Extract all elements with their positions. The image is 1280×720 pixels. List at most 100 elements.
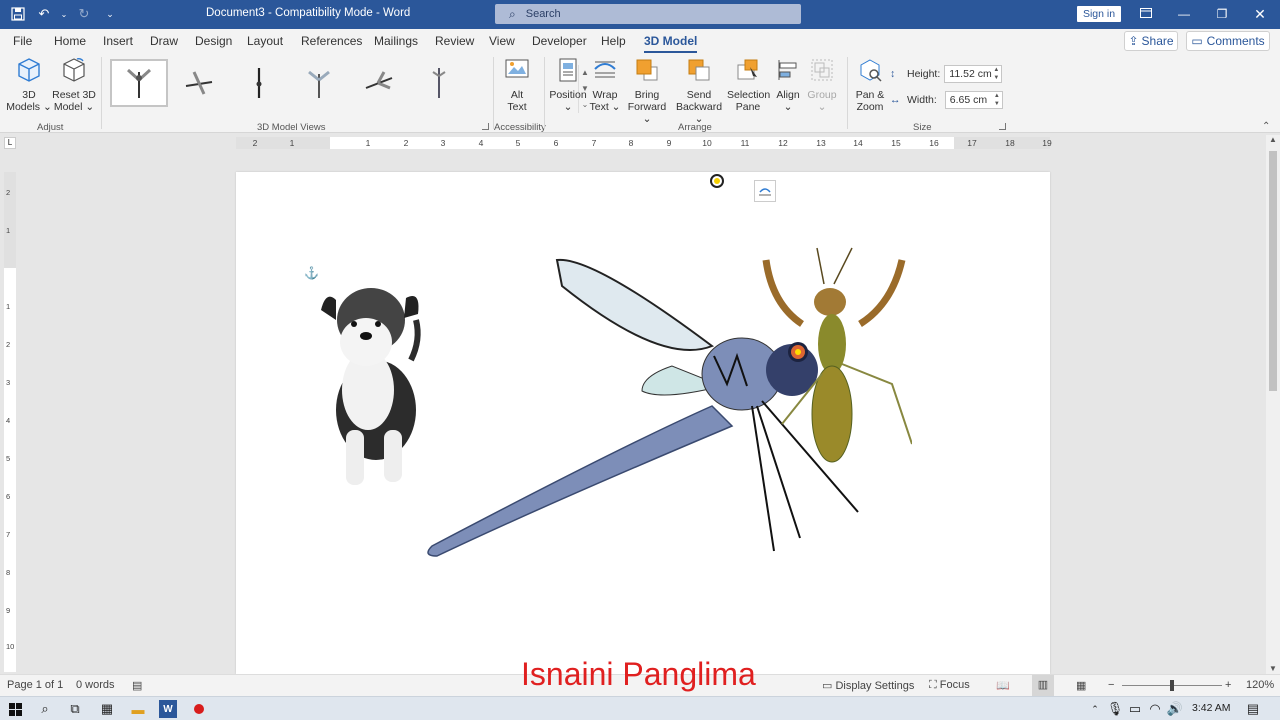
height-spinner-icon[interactable]: ▲ ▼ <box>993 66 999 82</box>
recorder-icon[interactable] <box>190 700 208 718</box>
size-dialog-launcher-icon[interactable] <box>999 123 1006 130</box>
reset-3d-model-button[interactable]: Reset 3D Model ⌄ <box>52 57 96 113</box>
start-icon[interactable] <box>6 700 24 718</box>
web-layout-icon[interactable]: ▦ <box>1076 679 1086 692</box>
tab-design[interactable]: Design <box>195 34 232 48</box>
reset-label-1: Reset 3D <box>52 89 96 101</box>
document-title: Document3 - Compatibility Mode - Word <box>206 7 411 19</box>
scroll-down-icon[interactable]: ▼ <box>1266 664 1280 673</box>
calculator-icon[interactable]: ▦ <box>98 700 116 718</box>
view-top[interactable] <box>230 59 288 107</box>
view-left-angle[interactable] <box>170 59 228 107</box>
microphone-icon[interactable]: 🎙 <box>1106 700 1124 718</box>
tray-chevron-icon[interactable]: ⌃ <box>1086 700 1104 718</box>
document-page[interactable]: ⚓ <box>236 172 1050 674</box>
tab-draw[interactable]: Draw <box>150 34 178 48</box>
comments-button[interactable]: ▭ Comments <box>1186 31 1270 51</box>
tab-view[interactable]: View <box>489 34 515 48</box>
collapse-ribbon-icon[interactable]: ⌃ <box>1262 121 1270 132</box>
align-button[interactable]: Align ⌄ <box>772 57 804 113</box>
rotate-handle-icon[interactable] <box>708 172 726 193</box>
tab-mailings[interactable]: Mailings <box>374 34 418 48</box>
search-icon[interactable]: ⌕ <box>36 700 54 718</box>
volume-icon[interactable]: 🔊 <box>1166 700 1184 718</box>
undo-icon[interactable]: ↶ <box>34 5 54 23</box>
task-view-icon[interactable]: ⧉ <box>66 700 84 718</box>
dog-3d-model[interactable] <box>316 280 431 490</box>
scroll-up-icon[interactable]: ▲ <box>1266 135 1280 144</box>
vertical-ruler[interactable]: 21 1 2 3 4 5 6 7 8 9 10 <box>4 172 16 672</box>
width-icon: ↔ <box>890 94 901 106</box>
arrange-group-label: Arrange <box>678 122 712 133</box>
pan-zoom-button[interactable]: Pan & Zoom <box>853 57 887 113</box>
3d-models-button[interactable]: 3D Models ⌄ <box>6 57 52 113</box>
customize-qat-icon[interactable]: ⌄ <box>100 5 120 23</box>
scroll-thumb[interactable] <box>1269 151 1277 391</box>
word-count[interactable]: 0 words <box>76 679 115 691</box>
zoom-out-icon[interactable]: − <box>1108 679 1114 691</box>
mantis-3d-model[interactable] <box>762 244 912 464</box>
horizontal-ruler[interactable]: 21 1 2 3 4 5 6 7 8 9 10 11 12 13 14 15 16 17 18 19 <box>236 137 1052 149</box>
view-back[interactable] <box>290 59 348 107</box>
layout-options-icon[interactable] <box>754 180 776 202</box>
tab-developer[interactable]: Developer <box>532 34 587 48</box>
vertical-scrollbar[interactable]: ▲ ▼ <box>1266 135 1280 675</box>
send-backward-icon <box>688 59 710 81</box>
clock[interactable]: 3:42 AM <box>1192 702 1231 714</box>
restore-icon[interactable]: ❐ <box>1212 5 1232 23</box>
pan-label-1: Pan & <box>855 89 885 101</box>
selection-pane-button[interactable]: Selection Pane <box>727 57 770 113</box>
display-settings-button[interactable]: ▭ Display Settings <box>822 679 914 692</box>
wrap-text-button[interactable]: Wrap Text ⌄ <box>588 57 622 113</box>
tab-file[interactable]: File <box>13 34 32 48</box>
accessibility-group-label: Accessibility <box>494 122 546 133</box>
tab-insert[interactable]: Insert <box>103 34 133 48</box>
tab-selector-icon[interactable]: L <box>4 137 16 149</box>
width-spinner-icon[interactable]: ▲ ▼ <box>994 92 1000 108</box>
sign-in-button[interactable]: Sign in <box>1077 6 1121 22</box>
page-count[interactable]: Page 1 of 1 <box>7 679 63 691</box>
view-bottom[interactable] <box>410 59 468 107</box>
zoom-level[interactable]: 120% <box>1246 679 1274 691</box>
group-button[interactable]: Group ⌄ <box>806 57 838 113</box>
tab-layout[interactable]: Layout <box>247 34 283 48</box>
3d-models-label-1: 3D <box>22 89 36 101</box>
notifications-icon[interactable]: ▤ <box>1244 700 1262 718</box>
close-icon[interactable]: ✕ <box>1250 5 1270 23</box>
read-mode-icon[interactable]: 📖 <box>996 679 1010 692</box>
file-explorer-icon[interactable]: ▬ <box>129 700 147 718</box>
views-dialog-launcher-icon[interactable] <box>482 123 489 130</box>
bring-forward-button[interactable]: Bring Forward ⌄ <box>623 57 671 125</box>
view-right-angle[interactable] <box>350 59 408 107</box>
share-icon: ⇪ <box>1128 34 1139 48</box>
focus-button[interactable]: ⛶ Focus <box>929 679 970 692</box>
share-button[interactable]: ⇪ Share <box>1124 31 1178 51</box>
horizontal-ruler-row: L 21 1 2 3 4 5 6 7 8 9 10 11 12 13 14 15 16 17 18 19 <box>0 135 1280 152</box>
height-input[interactable]: 11.52 cm ▲ ▼ <box>944 65 1003 83</box>
word-app-icon[interactable]: W <box>159 700 177 718</box>
redo-icon[interactable]: ↻ <box>74 5 94 23</box>
width-input[interactable]: 6.65 cm ▲ ▼ <box>944 91 1003 109</box>
tab-references[interactable]: References <box>301 34 362 48</box>
tab-review[interactable]: Review <box>435 34 474 48</box>
position-button[interactable]: Position ⌄ <box>549 57 587 113</box>
comments-label: Comments <box>1206 34 1265 48</box>
minimize-icon[interactable]: — <box>1174 5 1194 23</box>
battery-icon[interactable]: ▭ <box>1126 700 1144 718</box>
save-icon[interactable] <box>8 5 28 23</box>
view-front[interactable] <box>110 59 168 107</box>
tab-home[interactable]: Home <box>54 34 86 48</box>
tab-help[interactable]: Help <box>601 34 626 48</box>
ribbon-display-options-icon[interactable] <box>1136 5 1156 23</box>
zoom-in-icon[interactable]: + <box>1225 679 1231 691</box>
wrap-text-icon <box>594 61 616 78</box>
alt-text-button[interactable]: Alt Text <box>499 57 535 113</box>
tab-3d-model[interactable]: 3D Model <box>644 34 698 53</box>
search-box[interactable]: ⌕ Search <box>495 4 801 24</box>
undo-dropdown-icon[interactable]: ⌄ <box>60 5 68 23</box>
wifi-icon[interactable]: ◠ <box>1146 700 1164 718</box>
send-backward-button[interactable]: Send Backward ⌄ <box>672 57 726 125</box>
proofing-icon[interactable]: ▤ <box>132 679 142 692</box>
print-layout-icon[interactable]: ▥ <box>1032 675 1054 696</box>
zoom-slider-thumb[interactable] <box>1170 680 1174 691</box>
